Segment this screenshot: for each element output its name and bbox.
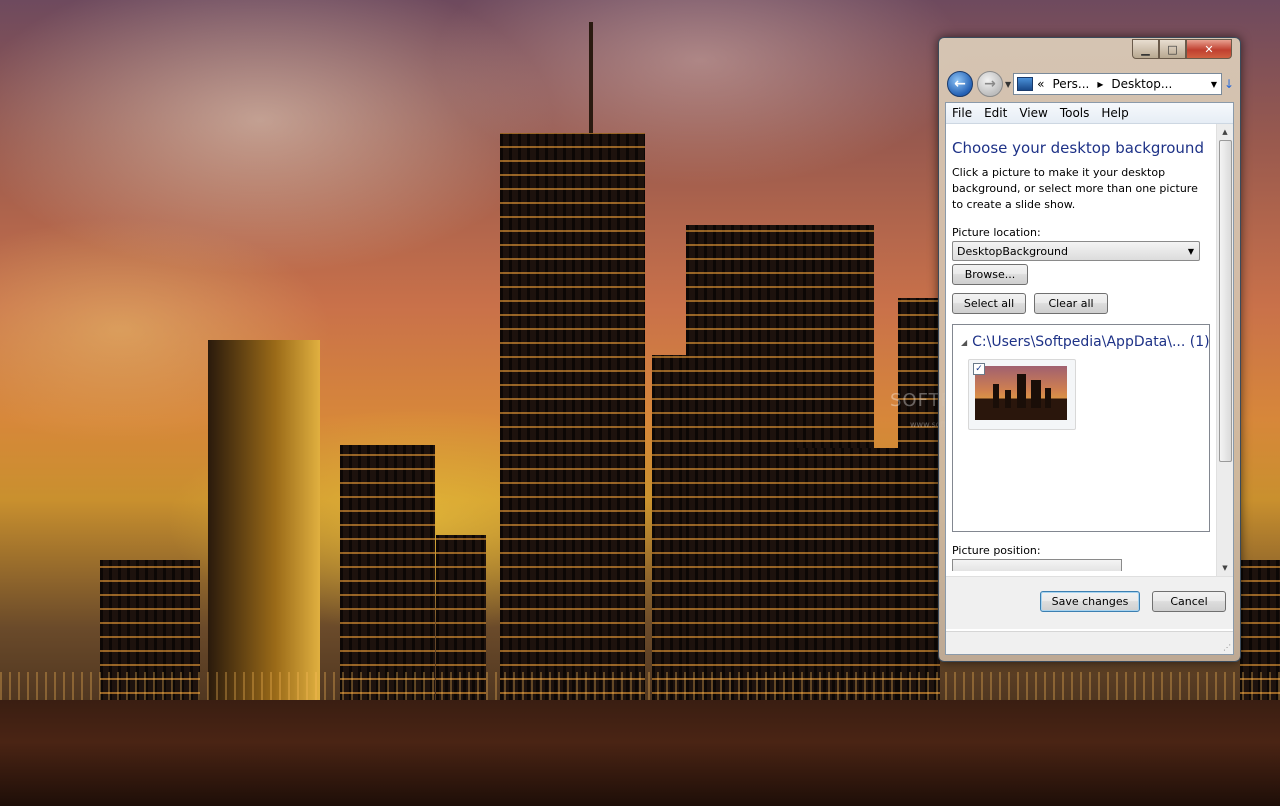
- personalization-window: ▁ □ ✕ ← → ▼ « Pers... ▸ Desktop... ▼ ↓ F…: [938, 37, 1241, 662]
- building: [796, 448, 906, 700]
- menu-tools[interactable]: Tools: [1054, 106, 1096, 120]
- building: [898, 298, 940, 700]
- recent-pages-button[interactable]: ▼: [1005, 80, 1011, 89]
- address-prefix: «: [1037, 77, 1045, 91]
- thumb-building: [993, 384, 999, 408]
- group-header[interactable]: ◢ C:\Users\Softpedia\AppData\... (1): [961, 334, 1210, 350]
- maximize-icon: □: [1167, 42, 1178, 56]
- thumb-building: [1005, 390, 1011, 408]
- menu-edit[interactable]: Edit: [978, 106, 1013, 120]
- page-description: Click a picture to make it your desktop …: [952, 166, 1198, 211]
- resize-grip-icon[interactable]: ⋰: [1223, 643, 1231, 652]
- caption-buttons: ▁ □ ✕: [1132, 39, 1232, 59]
- picture-location-select[interactable]: DesktopBackground ▼: [952, 241, 1200, 261]
- clear-all-button[interactable]: Clear all: [1034, 293, 1108, 314]
- breadcrumb-separator-icon: ▸: [1097, 77, 1104, 91]
- building: [208, 340, 320, 700]
- picture-gallery: ◢ C:\Users\Softpedia\AppData\... (1) ✓: [952, 324, 1210, 532]
- scroll-up-icon[interactable]: ▲: [1217, 124, 1233, 140]
- thumb-building: [1031, 380, 1041, 408]
- back-button[interactable]: ←: [947, 71, 973, 97]
- thumbnail-image: [975, 366, 1067, 420]
- save-changes-button[interactable]: Save changes: [1040, 591, 1140, 612]
- minimize-button[interactable]: ▁: [1132, 39, 1159, 59]
- picture-thumbnail[interactable]: ✓: [968, 359, 1076, 430]
- close-icon: ✕: [1204, 42, 1214, 56]
- browse-button[interactable]: Browse...: [952, 264, 1028, 285]
- page-title: Choose your desktop background: [952, 139, 1204, 157]
- forward-button[interactable]: →: [977, 71, 1003, 97]
- menu-file[interactable]: File: [946, 106, 978, 120]
- navigation-bar: ← → ▼ « Pers... ▸ Desktop... ▼ ↓: [947, 70, 1234, 98]
- picture-position-select[interactable]: [952, 559, 1122, 571]
- menu-help[interactable]: Help: [1095, 106, 1134, 120]
- control-panel-icon: [1017, 77, 1034, 91]
- selection-buttons: Select all Clear all: [952, 293, 1211, 314]
- forward-arrow-icon: →: [984, 76, 996, 92]
- settings-pane: Choose your desktop background Click a p…: [946, 124, 1217, 576]
- picture-location-label: Picture location:: [952, 226, 1041, 239]
- status-bar: ⋰: [946, 631, 1233, 654]
- chevron-down-icon: ▼: [1187, 246, 1194, 256]
- waterfront-lights: [0, 672, 1280, 702]
- back-arrow-icon: ←: [954, 76, 966, 92]
- scroll-down-icon[interactable]: ▼: [1217, 560, 1233, 576]
- minimize-icon: ▁: [1141, 42, 1150, 56]
- menu-view[interactable]: View: [1013, 106, 1053, 120]
- refresh-icon[interactable]: ↓: [1224, 77, 1234, 91]
- cancel-button[interactable]: Cancel: [1152, 591, 1226, 612]
- building: [500, 133, 645, 700]
- menu-bar: File Edit View Tools Help: [946, 103, 1233, 124]
- picture-position-label: Picture position:: [952, 544, 1041, 557]
- content-area: File Edit View Tools Help Choose your de…: [945, 102, 1234, 655]
- thumbnail-checkbox[interactable]: ✓: [973, 363, 985, 375]
- breadcrumb-desktop-background[interactable]: Desktop...: [1111, 77, 1172, 91]
- tower-spire: [589, 22, 593, 137]
- maximize-button[interactable]: □: [1159, 39, 1186, 59]
- dialog-footer: Save changes Cancel: [946, 576, 1233, 629]
- address-dropdown-icon[interactable]: ▼: [1211, 80, 1217, 89]
- building: [340, 445, 435, 700]
- scrollbar-thumb[interactable]: [1219, 140, 1232, 462]
- group-header-label: C:\Users\Softpedia\AppData\... (1): [972, 334, 1210, 350]
- close-button[interactable]: ✕: [1186, 39, 1232, 59]
- thumb-building: [1017, 374, 1026, 408]
- vertical-scrollbar[interactable]: ▲ ▼: [1216, 124, 1233, 576]
- select-all-button[interactable]: Select all: [952, 293, 1026, 314]
- breadcrumb-personalization[interactable]: Pers...: [1053, 77, 1090, 91]
- collapse-triangle-icon[interactable]: ◢: [961, 338, 967, 347]
- picture-location-value: DesktopBackground: [957, 244, 1068, 258]
- address-bar[interactable]: « Pers... ▸ Desktop... ▼: [1013, 73, 1222, 95]
- river-water: [0, 700, 1280, 806]
- thumb-building: [1045, 388, 1051, 408]
